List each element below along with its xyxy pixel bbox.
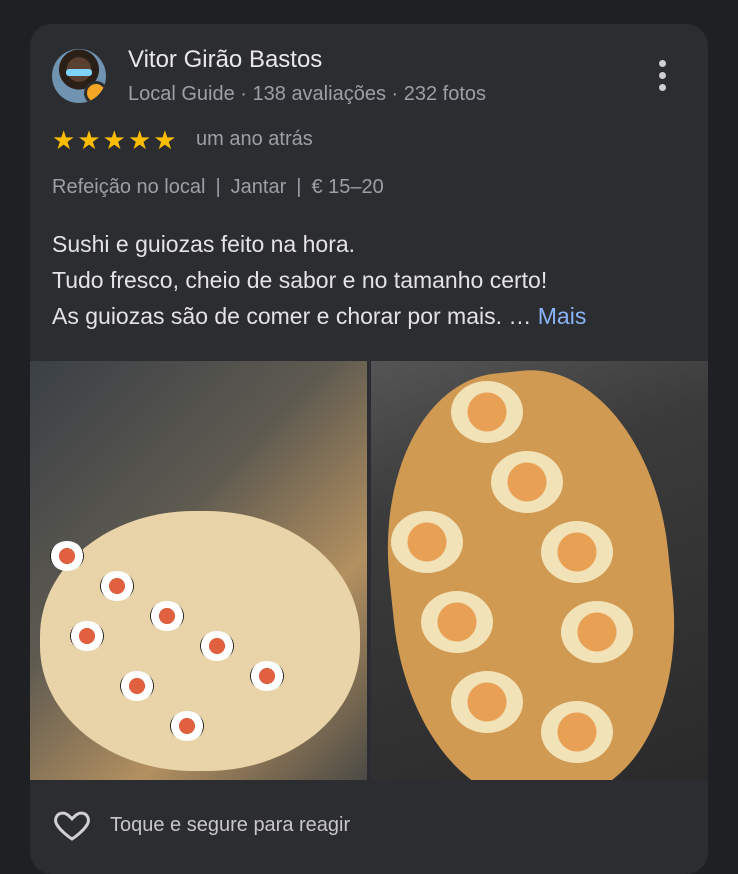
review-line: Tudo fresco, cheio de sabor e no tamanho… bbox=[52, 267, 548, 293]
sushi-roll-icon bbox=[70, 621, 104, 651]
local-guide-badge-icon bbox=[84, 81, 106, 103]
tag-separator: | bbox=[296, 176, 302, 198]
review-line: Sushi e guiozas feito na hora. bbox=[52, 231, 356, 257]
more-dot-icon bbox=[658, 84, 666, 91]
sushi-roll-icon bbox=[120, 671, 154, 701]
heart-outline-icon[interactable] bbox=[52, 804, 92, 844]
roll-piece-icon bbox=[421, 591, 493, 653]
sushi-roll-icon bbox=[200, 631, 234, 661]
roll-piece-icon bbox=[451, 671, 523, 733]
more-link[interactable]: Mais bbox=[538, 303, 587, 329]
star-icon: ★ bbox=[127, 125, 152, 155]
sushi-roll-icon bbox=[170, 711, 204, 741]
roll-piece-icon bbox=[541, 521, 613, 583]
roll-piece-icon bbox=[451, 381, 523, 443]
sushi-platter-photo[interactable] bbox=[30, 361, 367, 780]
reviewer-name[interactable]: Vitor Girão Bastos bbox=[128, 46, 322, 74]
sushi-roll-icon bbox=[150, 601, 184, 631]
more-dot-icon bbox=[658, 72, 666, 79]
tag-meal: Jantar bbox=[230, 176, 287, 198]
tag-service: Refeição no local bbox=[52, 176, 206, 198]
more-options-button[interactable] bbox=[650, 58, 674, 94]
reviewer-meta: Local Guide · 138 avaliações · 232 fotos bbox=[128, 83, 486, 105]
react-hint[interactable]: Toque e segure para reagir bbox=[110, 814, 350, 837]
review-line: As guiozas são de comer e chorar por mai… bbox=[52, 298, 586, 334]
review-card: Vitor Girão Bastos Local Guide · 138 ava… bbox=[30, 24, 708, 874]
sushi-roll-icon bbox=[50, 541, 84, 571]
star-icon: ★ bbox=[52, 125, 76, 155]
tag-price: € 15–20 bbox=[311, 176, 384, 198]
review-time: um ano atrás bbox=[196, 128, 313, 150]
sunglasses-icon bbox=[66, 69, 92, 76]
star-icon: ★ bbox=[153, 125, 177, 155]
review-text: Sushi e guiozas feito na hora. Tudo fres… bbox=[52, 226, 586, 334]
more-dot-icon bbox=[658, 60, 666, 67]
sushi-roll-icon bbox=[250, 661, 284, 691]
roll-piece-icon bbox=[541, 701, 613, 763]
star-icon: ★ bbox=[102, 125, 126, 155]
stuffed-rolls-photo[interactable] bbox=[371, 361, 708, 780]
roll-piece-icon bbox=[491, 451, 563, 513]
reviewer-avatar[interactable] bbox=[52, 49, 106, 103]
sushi-roll-icon bbox=[100, 571, 134, 601]
rating-stars: ★ ★ ★ ★ ★ bbox=[52, 126, 177, 154]
star-icon: ★ bbox=[77, 125, 101, 155]
roll-piece-icon bbox=[391, 511, 463, 573]
review-line-text: As guiozas são de comer e chorar por mai… bbox=[52, 303, 532, 329]
roll-piece-icon bbox=[561, 601, 633, 663]
review-tags: Refeição no local | Jantar | € 15–20 bbox=[52, 176, 384, 199]
tag-separator: | bbox=[215, 176, 221, 198]
